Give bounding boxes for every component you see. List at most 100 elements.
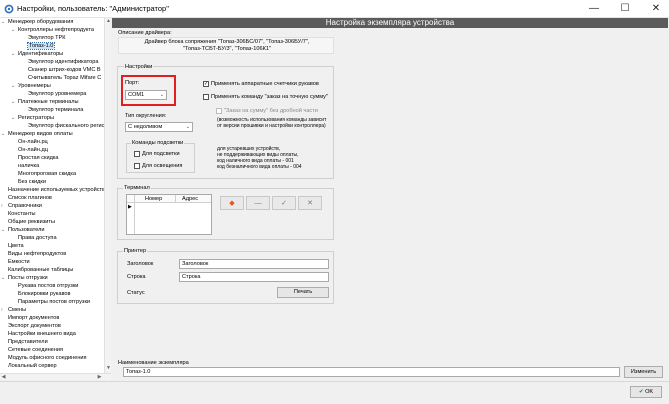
printer-header-input[interactable]: Заголовок bbox=[179, 259, 329, 269]
scroll-down-icon[interactable]: ▼ bbox=[105, 365, 112, 372]
hw-counters-checkbox[interactable]: ✓ bbox=[203, 81, 209, 87]
expand-chevron-icon[interactable]: ⌄ bbox=[11, 99, 17, 106]
tree-item[interactable]: Экспорт документов bbox=[8, 323, 61, 330]
tree-item[interactable]: Сетевые соединения bbox=[8, 347, 63, 354]
expand-chevron-icon[interactable]: ⌄ bbox=[11, 51, 17, 58]
tree-item[interactable]: ⌄ Уровнемеры bbox=[11, 83, 51, 90]
lighting-checkbox[interactable] bbox=[134, 163, 140, 169]
tree-item[interactable]: Настройки внешнего вида bbox=[8, 331, 76, 338]
add-terminal-button[interactable]: ◆ bbox=[220, 196, 244, 210]
tree-item[interactable]: Емкости bbox=[8, 259, 30, 266]
printer-line-label: Строка bbox=[127, 274, 146, 280]
tree-item-label: Права доступа bbox=[18, 235, 57, 241]
tree-item[interactable]: Локальный сервер bbox=[8, 363, 57, 370]
scroll-right-icon[interactable]: ▶ bbox=[96, 374, 103, 381]
ok-button[interactable]: ✔ OK bbox=[630, 386, 662, 398]
tree-item[interactable]: Считыватель Topaz Mifare C bbox=[28, 75, 101, 82]
tree-item[interactable]: Импорт документов bbox=[8, 315, 59, 322]
terminal-table[interactable]: Номер Адрес ▶ bbox=[126, 194, 212, 235]
expand-chevron-icon[interactable]: ⌄ bbox=[1, 131, 7, 138]
exact-sum-checkbox[interactable] bbox=[203, 94, 209, 100]
tree-item-label: Калиброванные таблицы bbox=[8, 267, 74, 273]
tree-item[interactable]: Многопроговая скидка bbox=[18, 171, 76, 178]
backlight-checkbox-label: Для подсветки bbox=[142, 151, 180, 157]
tree-item[interactable]: Эмулятор фискального регис bbox=[28, 123, 104, 130]
app-gear-icon bbox=[4, 4, 14, 14]
tree-item[interactable]: ⌄ Посты отгрузки bbox=[1, 275, 48, 282]
tree-item[interactable]: ⌄ Платежные терминалы bbox=[11, 99, 79, 106]
tree-item[interactable]: ⌄ Идентификаторы bbox=[11, 51, 64, 58]
column-header-address: Адрес bbox=[182, 196, 199, 202]
collapse-chevron-icon[interactable]: › bbox=[1, 307, 7, 314]
tree-item[interactable]: Представители bbox=[8, 339, 48, 346]
close-button[interactable]: ✕ bbox=[645, 2, 667, 16]
tree-item-label: Пользователи bbox=[8, 227, 45, 233]
tree-item[interactable]: Рукава постов отгрузки bbox=[18, 283, 78, 290]
rename-button[interactable]: Изменить bbox=[624, 366, 663, 378]
expand-chevron-icon[interactable]: ⌄ bbox=[11, 83, 17, 90]
tree-item[interactable]: Без скидки bbox=[18, 179, 46, 186]
collapse-chevron-icon[interactable]: › bbox=[1, 203, 7, 210]
tree-item[interactable]: Цвета bbox=[8, 243, 24, 250]
tree-item[interactable]: Калиброванные таблицы bbox=[8, 267, 73, 274]
expand-chevron-icon[interactable]: ⌄ bbox=[11, 115, 17, 122]
tree-item-label: Он-лайн.рц bbox=[18, 139, 48, 145]
instance-name-input[interactable]: Топаз-1.0 bbox=[123, 367, 620, 377]
remove-terminal-button[interactable]: — bbox=[246, 196, 270, 210]
tree-item[interactable]: Он-лайн.дц bbox=[18, 147, 48, 154]
tree-item-label: Блокировки рукавов bbox=[18, 291, 71, 297]
tree-item[interactable]: Параметры постов отгрузки bbox=[18, 299, 90, 306]
maximize-button[interactable]: ☐ bbox=[614, 2, 636, 16]
tree-item[interactable]: Список плагинов bbox=[8, 195, 52, 202]
tree-item[interactable]: Модуль офисного соединения bbox=[8, 355, 87, 362]
cancel-terminal-button[interactable]: ✕ bbox=[298, 196, 322, 210]
tree-horizontal-scrollbar[interactable]: ◀ ▶ bbox=[0, 373, 111, 380]
tree-item[interactable]: › Справочники bbox=[1, 203, 42, 210]
printer-line-input[interactable]: Строка bbox=[179, 272, 329, 282]
tree-item[interactable]: ⌄ Менеджер видов оплаты bbox=[1, 131, 73, 138]
expand-chevron-icon[interactable]: ⌄ bbox=[1, 19, 7, 26]
tree-item[interactable]: Сканер штрих-кодов VMC B bbox=[28, 67, 101, 74]
tree-item[interactable]: ⌄ Контроллеры нефтепродукта bbox=[11, 27, 94, 34]
tree-item[interactable]: Топаз-1.0 bbox=[26, 42, 56, 50]
backlight-checkbox[interactable] bbox=[134, 151, 140, 157]
print-button[interactable]: Печать bbox=[277, 287, 329, 298]
tree-item[interactable]: Эмулятор терминала bbox=[28, 107, 83, 114]
rounding-select[interactable]: С недоливом ⌄ bbox=[125, 122, 193, 132]
tree-item[interactable]: наличка bbox=[18, 163, 39, 170]
tree-item-label: Назначение используемых устройств bbox=[8, 187, 106, 193]
tree-vertical-scrollbar[interactable]: ▲ ▼ bbox=[104, 18, 111, 373]
tree-item[interactable]: ⌄ Менеджер оборудования bbox=[1, 19, 73, 26]
tree-item[interactable]: ⌄ Регистраторы bbox=[11, 115, 54, 122]
tree-item[interactable]: Константы bbox=[8, 211, 36, 218]
tree-item-label: Идентификаторы bbox=[18, 51, 64, 57]
scroll-left-icon[interactable]: ◀ bbox=[0, 374, 7, 381]
tree-item[interactable]: Блокировки рукавов bbox=[18, 291, 70, 298]
tree-item[interactable]: Виды нефтепродуктов bbox=[8, 251, 66, 258]
expand-chevron-icon[interactable]: ⌄ bbox=[11, 27, 17, 34]
table-column-divider bbox=[175, 195, 176, 203]
no-fraction-label: "Заказ на сумму" без дробной части bbox=[224, 108, 318, 114]
tree-item[interactable]: ⌄ Пользователи bbox=[1, 227, 45, 234]
expand-chevron-icon[interactable]: ⌄ bbox=[1, 275, 7, 282]
tree-item[interactable]: Назначение используемых устройств bbox=[8, 187, 105, 194]
tree-item-label: Уровнемеры bbox=[18, 83, 51, 89]
tree-item[interactable]: Простая скидка bbox=[18, 155, 59, 162]
tree-item[interactable]: Права доступа bbox=[18, 235, 57, 242]
settings-tree[interactable]: ⌄ Менеджер оборудования ⌄ Контроллеры нефте… bbox=[0, 18, 111, 380]
tree-item-label: Импорт документов bbox=[8, 315, 60, 321]
tree-item[interactable]: Эмулятор ТРК bbox=[28, 35, 66, 42]
tree-item[interactable]: Эмулятор уровнемера bbox=[28, 91, 86, 98]
no-fraction-checkbox[interactable] bbox=[216, 108, 222, 114]
minimize-button[interactable]: — bbox=[583, 2, 605, 16]
tree-item[interactable]: Общие реквизиты bbox=[8, 219, 55, 226]
panel-title: Настройка экземпляра устройства bbox=[112, 18, 668, 28]
confirm-terminal-button[interactable]: ✓ bbox=[272, 196, 296, 210]
backlight-group-label: Команды подсветки bbox=[131, 140, 185, 147]
expand-chevron-icon[interactable]: ⌄ bbox=[1, 227, 7, 234]
scroll-up-icon[interactable]: ▲ bbox=[105, 18, 112, 25]
column-header-number: Номер bbox=[145, 196, 163, 202]
tree-item[interactable]: Он-лайн.рц bbox=[18, 139, 48, 146]
tree-item[interactable]: › Смены bbox=[1, 307, 26, 314]
tree-item[interactable]: Эмулятор идентификатора bbox=[28, 59, 99, 66]
